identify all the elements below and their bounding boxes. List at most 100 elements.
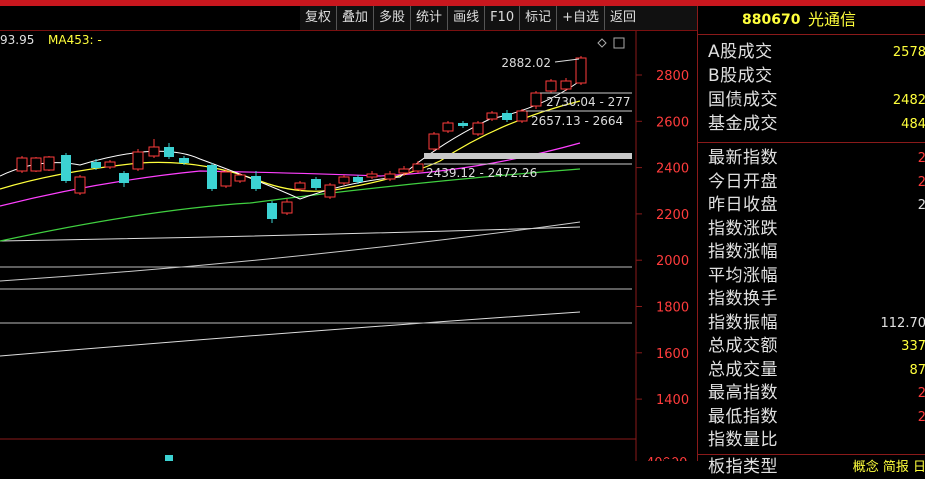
panel-row-label: 国债成交 [708,89,778,113]
candle-body-down [119,173,129,183]
candle-body-up [295,183,305,189]
toolbar-button[interactable]: 多股 [373,6,410,30]
panel-row-value: 概念 简报 日 [853,456,925,479]
panel-title-bar: 880670 光通信 [698,6,925,35]
window-toggle-icon [614,38,624,48]
candle-body-up [149,147,159,156]
toolbar-button[interactable]: 统计 [410,6,447,30]
panel-row-value: 2482 [893,89,925,113]
candle-body-up [546,81,556,91]
panel-row-value: 337 [901,335,925,359]
candle-body-down [61,155,71,181]
panel-row: 指数换手 [698,288,925,312]
kline-chart-svg[interactable]: 2800260024002200200018001600140040000288… [0,31,697,461]
candle-body-up [325,185,335,197]
price-annotation: 2657.13 - 2664 [531,114,623,128]
candle-body-down [251,176,261,189]
candle-body-up [221,172,231,186]
panel-row: 今日开盘 2 [698,171,925,195]
panel-row: 最高指数2 [698,382,925,406]
toolbar-button[interactable]: +自选 [556,6,604,30]
price-annotation: 2439.12 - 2472.26 [426,166,537,180]
price-label: 2800 [656,69,689,84]
panel-row: 板指类型概念 简报 日 [698,456,925,479]
candle-body-up [531,93,541,106]
price-label: 1800 [656,301,689,316]
price-label: 2400 [656,162,689,177]
candle-body-up [429,134,439,149]
candle-body-down [353,177,363,182]
price-annotation: 2730.04 - 277 [546,95,631,109]
candle-body-down [164,147,174,157]
toolbar-button[interactable]: F10 [484,6,519,30]
panel-row: 指数量比 [698,429,925,453]
ma-value-label: 93.95 [0,33,34,47]
panel-row-label: 指数换手 [708,288,778,312]
panel-row-label: B股成交 [708,65,773,89]
panel-row-label: 平均涨幅 [708,265,778,289]
toolbar-button[interactable]: 标记 [519,6,556,30]
ma-long-line [0,222,580,281]
ma-short-line [0,81,580,199]
panel-row-label: 指数振幅 [708,312,778,336]
toolbar-button[interactable]: 叠加 [336,6,373,30]
panel-row: 基金成交 484 [698,113,925,137]
panel-row: 总成交量 87 [698,359,925,383]
candle-body-up [399,169,409,173]
panel-row-value: 484 [901,113,925,137]
panel-separator [698,454,925,455]
panel-row: 总成交额337 [698,335,925,359]
candle-body-up [31,158,41,171]
panel-row-label: A股成交 [708,41,773,65]
panel-row-value: 2578 [893,41,925,65]
candle-body-up [235,175,245,181]
diamond-icon [598,39,606,47]
candle-body-up [339,177,349,183]
price-label: 1400 [656,393,689,408]
candle-body-up [282,202,292,213]
panel-row: 指数振幅 112.70 [698,312,925,336]
panel-row: 最低指数2 [698,406,925,430]
toolbar-button[interactable]: 画线 [447,6,484,30]
candle-body-up [576,58,586,83]
candle-body-down [179,158,189,163]
candle-body-down [267,203,277,219]
panel-row-label: 基金成交 [708,113,778,137]
panel-row-label: 今日开盘 [708,171,778,195]
candle-body-up [367,174,377,177]
candle-body-down [91,162,101,168]
panel-row-value: 2 [918,382,925,406]
panel-row: 最新指数 2 [698,147,925,171]
panel-row-label: 最新指数 [708,147,778,171]
kline-chart[interactable]: 2800260024002200200018001600140040000288… [0,31,697,461]
panel-row: 昨日收盘2 [698,194,925,218]
candle-body-down [207,165,217,189]
toolbar-button[interactable]: 复权 [300,6,336,30]
ma453-label: MA453: - [48,33,102,47]
candle-body-up [561,81,571,89]
candle-body-up [473,123,483,134]
price-label: 2600 [656,115,689,130]
panel-row: A股成交 2578 [698,41,925,65]
volume-bar [165,455,173,461]
chart-toolbar: 复权叠加多股统计画线F10标记+自选返回 [300,6,697,31]
panel-row-value: 87 [909,359,925,383]
toolbar-left-empty [0,6,300,31]
price-label: 2000 [656,254,689,269]
panel-row-value: 2 [918,171,925,195]
toolbar-button[interactable]: 返回 [604,6,641,30]
price-label: 2200 [656,208,689,223]
panel-row-value: 2 [918,147,925,171]
panel-row-label: 最低指数 [708,406,778,430]
candle-body-up [517,111,527,121]
panel-row: 平均涨幅 [698,265,925,289]
panel-row-label: 总成交量 [708,359,778,383]
panel-row-value: 112.70 [881,312,925,336]
price-label: 1600 [656,347,689,362]
candle-body-down [458,123,468,126]
panel-row: 指数涨幅 [698,241,925,265]
candle-body-up [75,177,85,193]
candle-body-up [443,123,453,131]
panel-row-label: 昨日收盘 [708,194,778,218]
panel-row: B股成交 [698,65,925,89]
